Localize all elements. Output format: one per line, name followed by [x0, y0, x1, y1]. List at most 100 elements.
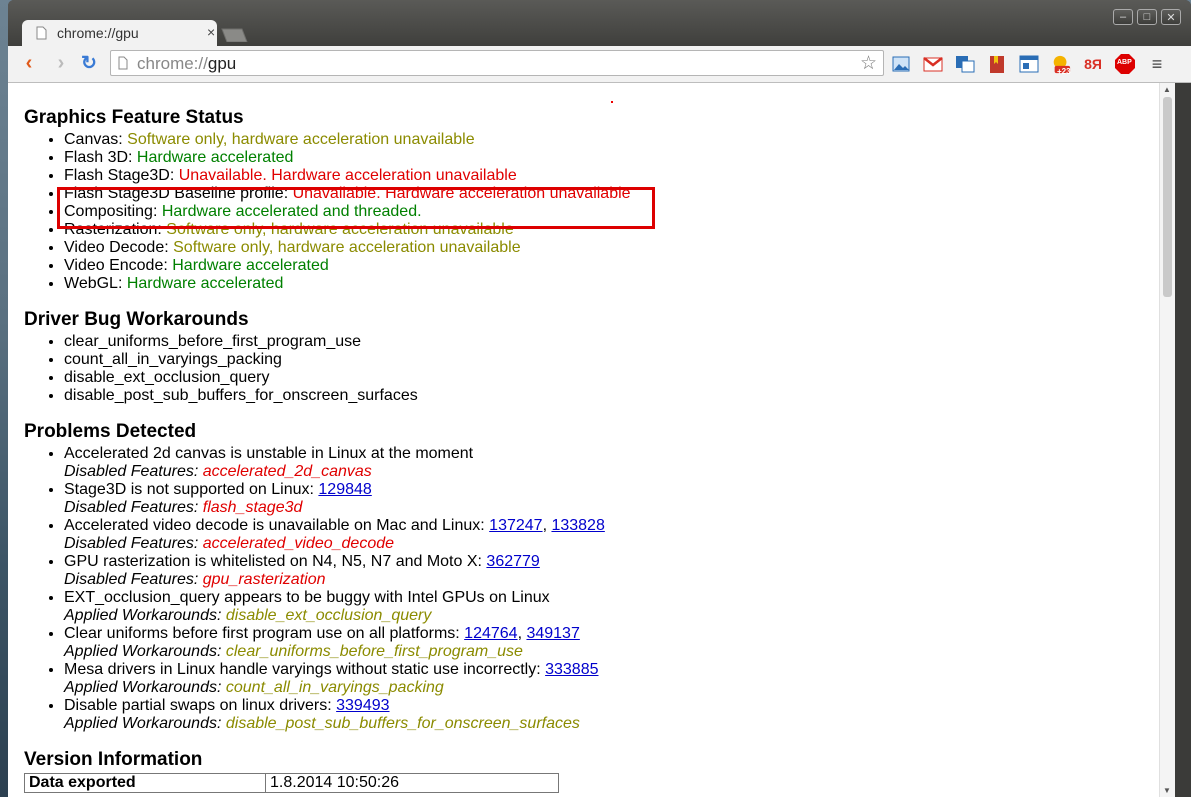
weather-icon[interactable]: +23 — [1051, 54, 1071, 76]
problem-detail: Applied Workarounds: disable_ext_occlusi… — [64, 607, 631, 625]
maximize-button[interactable]: □ — [1137, 9, 1157, 25]
menu-icon[interactable]: ≡ — [1147, 54, 1167, 74]
list-item: EXT_occlusion_query appears to be buggy … — [64, 589, 631, 625]
scroll-up-icon[interactable]: ▲ — [1163, 85, 1171, 94]
section-title-workarounds: Driver Bug Workarounds — [24, 309, 249, 330]
yandex-icon[interactable]: 8Я — [1083, 54, 1103, 74]
title-bar: chrome://gpu × – □ ✕ — [8, 0, 1191, 46]
problem-detail: Disabled Features: accelerated_2d_canvas — [64, 463, 631, 481]
problem-detail: Disabled Features: accelerated_video_dec… — [64, 535, 631, 553]
list-item: Accelerated video decode is unavailable … — [64, 517, 631, 553]
problem-detail: Applied Workarounds: clear_uniforms_befo… — [64, 643, 631, 661]
feature-name: Flash Stage3D — [64, 167, 170, 184]
highlight-box — [57, 187, 655, 229]
list-item: Accelerated 2d canvas is unstable in Lin… — [64, 445, 631, 481]
feature-status: Unavailable. Hardware acceleration unava… — [178, 167, 517, 184]
bookmark-icon[interactable] — [987, 54, 1007, 74]
adblock-icon[interactable]: ABP — [1115, 54, 1135, 74]
feature-name: Canvas — [64, 131, 119, 148]
forward-icon[interactable]: › — [50, 52, 72, 74]
bug-link[interactable]: 349137 — [526, 625, 579, 642]
bug-link[interactable]: 129848 — [318, 481, 371, 498]
bug-link[interactable]: 339493 — [336, 697, 389, 714]
tab-close-icon[interactable]: × — [207, 24, 215, 40]
bookmark-star-icon[interactable]: ☆ — [860, 52, 877, 75]
detail-label: Disabled Features: — [64, 463, 199, 480]
list-item: disable_ext_occlusion_query — [64, 369, 631, 387]
feature-name: Video Encode — [64, 257, 164, 274]
page-icon — [118, 56, 128, 70]
new-tab-button[interactable] — [218, 28, 248, 42]
problem-detail: Applied Workarounds: disable_post_sub_bu… — [64, 715, 631, 733]
list-item: Disable partial swaps on linux drivers: … — [64, 697, 631, 733]
detail-value: clear_uniforms_before_first_program_use — [225, 643, 523, 660]
list-item: WebGL: Hardware accelerated — [64, 275, 631, 293]
omnibox[interactable]: chrome://gpu ☆ — [110, 50, 884, 76]
detail-value: gpu_rasterization — [202, 571, 326, 588]
browser-window: chrome://gpu × – □ ✕ ‹ › ↻ chrome://gpu … — [8, 0, 1191, 797]
tab-title: chrome://gpu — [57, 25, 139, 41]
bug-link[interactable]: 133828 — [551, 517, 604, 534]
version-table: Data exported 1.8.2014 10:50:26 — [24, 773, 559, 793]
minimize-button[interactable]: – — [1113, 9, 1133, 25]
feature-name: WebGL — [64, 275, 118, 292]
reload-icon[interactable]: ↻ — [78, 52, 100, 74]
list-item: Mesa drivers in Linux handle varyings wi… — [64, 661, 631, 697]
vertical-scrollbar[interactable]: ▲ ▼ — [1159, 83, 1175, 797]
detail-label: Disabled Features: — [64, 499, 199, 516]
list-item: clear_uniforms_before_first_program_use — [64, 333, 631, 351]
tab-gpu[interactable]: chrome://gpu × — [22, 20, 217, 46]
detail-value: count_all_in_varyings_packing — [225, 679, 444, 696]
detail-value: accelerated_video_decode — [202, 535, 395, 552]
problem-text: Accelerated 2d canvas is unstable in Lin… — [64, 445, 474, 462]
feature-status: Hardware accelerated — [172, 257, 329, 274]
workarounds-list: clear_uniforms_before_first_program_usec… — [24, 333, 631, 405]
list-item: Flash 3D: Hardware accelerated — [64, 149, 631, 167]
url-text: chrome://gpu — [137, 54, 237, 73]
list-item: count_all_in_varyings_packing — [64, 351, 631, 369]
problem-detail: Disabled Features: flash_stage3d — [64, 499, 631, 517]
feature-status: Hardware accelerated — [126, 275, 284, 292]
toolbar: ‹ › ↻ chrome://gpu ☆ +23 8Я ABP ≡ — [8, 46, 1191, 83]
bug-link[interactable]: 333885 — [545, 661, 598, 678]
detail-label: Applied Workarounds: — [64, 607, 222, 624]
list-item: GPU rasterization is whitelisted on N4, … — [64, 553, 631, 589]
version-key: Data exported — [24, 773, 266, 793]
detail-label: Applied Workarounds: — [64, 679, 222, 696]
bug-link[interactable]: 124764 — [464, 625, 517, 642]
detail-value: flash_stage3d — [202, 499, 303, 516]
bug-link[interactable]: 137247 — [489, 517, 542, 534]
list-item: Canvas: Software only, hardware accelera… — [64, 131, 631, 149]
scrollbar-thumb[interactable] — [1163, 97, 1172, 297]
feature-status: Software only, hardware acceleration una… — [173, 239, 521, 256]
window-icon[interactable] — [1019, 54, 1039, 74]
weather-badge: +23 — [1057, 67, 1071, 76]
detail-value: disable_ext_occlusion_query — [225, 607, 432, 624]
section-title-features: Graphics Feature Status — [24, 107, 244, 128]
scroll-down-icon[interactable]: ▼ — [1163, 786, 1171, 795]
detail-label: Disabled Features: — [64, 535, 199, 552]
version-value: 1.8.2014 10:50:26 — [265, 773, 559, 793]
problem-text: EXT_occlusion_query appears to be buggy … — [64, 589, 550, 606]
feature-status: Software only, hardware acceleration una… — [127, 131, 475, 148]
feature-status: Hardware accelerated — [136, 149, 294, 166]
list-item: Video Decode: Software only, hardware ac… — [64, 239, 631, 257]
feature-name: Video Decode — [64, 239, 165, 256]
problem-detail: Applied Workarounds: count_all_in_varyin… — [64, 679, 631, 697]
image-icon[interactable] — [891, 54, 911, 74]
bug-link[interactable]: 362779 — [486, 553, 539, 570]
detail-label: Applied Workarounds: — [64, 643, 222, 660]
translate-icon[interactable] — [955, 54, 975, 74]
problem-text: Stage3D is not supported on Linux: — [64, 481, 314, 498]
back-icon[interactable]: ‹ — [18, 52, 40, 74]
detail-value: accelerated_2d_canvas — [202, 463, 372, 480]
close-button[interactable]: ✕ — [1161, 9, 1181, 25]
page-icon — [36, 26, 47, 40]
list-item: Stage3D is not supported on Linux: 12984… — [64, 481, 631, 517]
table-row: Data exported 1.8.2014 10:50:26 — [24, 773, 559, 793]
feature-name: Flash 3D — [64, 149, 129, 166]
section-title-problems: Problems Detected — [24, 421, 197, 442]
gmail-icon[interactable] — [923, 54, 943, 74]
detail-label: Disabled Features: — [64, 571, 199, 588]
detail-label: Applied Workarounds: — [64, 715, 222, 732]
